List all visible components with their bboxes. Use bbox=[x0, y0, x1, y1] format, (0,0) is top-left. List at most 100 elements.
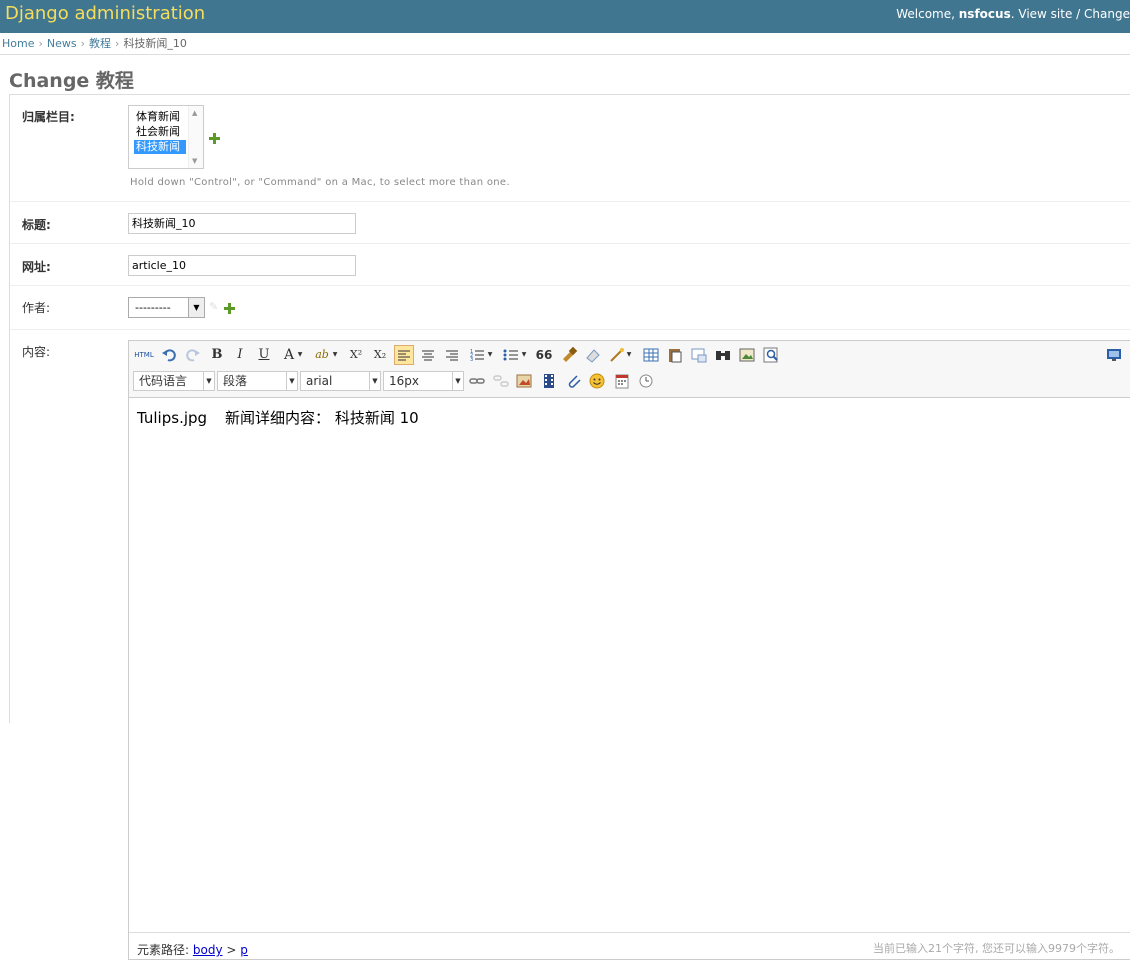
column-option[interactable]: 体育新闻 bbox=[134, 110, 186, 124]
align-left-icon[interactable] bbox=[394, 345, 414, 365]
site-name[interactable]: Django administration bbox=[5, 3, 205, 24]
chevron-down-icon[interactable]: ▼ bbox=[452, 372, 463, 390]
svg-text:3: 3 bbox=[470, 357, 473, 363]
breadcrumb-sep: › bbox=[115, 37, 120, 50]
chevron-down-icon[interactable]: ▼ bbox=[286, 372, 297, 390]
author-select-value: --------- bbox=[135, 301, 171, 314]
column-option-selected[interactable]: 科技新闻 bbox=[134, 140, 186, 154]
format-painter-icon[interactable] bbox=[559, 345, 579, 365]
blockquote-icon[interactable]: 66 bbox=[534, 345, 554, 365]
scroll-down-icon[interactable]: ▼ bbox=[192, 157, 197, 165]
word-image-icon[interactable] bbox=[689, 345, 709, 365]
unlink-icon[interactable] bbox=[491, 371, 511, 391]
form-row-content: 内容: HTML B I U A ▼ ab ▼ X² X₂ 1 2 3 ▼ ▼ … bbox=[10, 330, 1130, 960]
element-path-label: 元素路径: bbox=[137, 943, 190, 957]
author-select[interactable]: --------- ▼ bbox=[128, 297, 205, 318]
chevron-down-icon[interactable]: ▼ bbox=[203, 372, 214, 390]
user-tools-separator: / bbox=[1076, 7, 1081, 21]
chevron-down-icon[interactable]: ▼ bbox=[188, 298, 204, 317]
view-site-link[interactable]: View site bbox=[1018, 7, 1072, 21]
add-column-icon[interactable] bbox=[209, 133, 220, 144]
image-icon[interactable] bbox=[737, 345, 757, 365]
superscript-icon[interactable]: X² bbox=[346, 345, 366, 365]
breadcrumb-app[interactable]: News bbox=[47, 37, 77, 50]
column-multiselect[interactable]: 体育新闻 社会新闻 科技新闻 ▲ ▼ bbox=[128, 105, 204, 169]
paragraph-value: 段落 bbox=[223, 374, 248, 388]
font-size-select[interactable]: 16px ▼ bbox=[383, 371, 464, 391]
column-scrollbar[interactable]: ▲ ▼ bbox=[188, 106, 203, 168]
username: nsfocus bbox=[958, 7, 1011, 21]
search-icon[interactable] bbox=[713, 345, 733, 365]
path-separator: > bbox=[226, 943, 237, 957]
title-input[interactable]: 科技新闻_10 bbox=[128, 213, 356, 234]
welcome-suffix: . bbox=[1010, 7, 1015, 21]
italic-icon[interactable]: I bbox=[230, 345, 250, 365]
align-center-icon[interactable] bbox=[418, 345, 438, 365]
breadcrumb-model[interactable]: 教程 bbox=[89, 37, 111, 50]
font-size-value: 16px bbox=[389, 374, 419, 388]
redo-icon[interactable] bbox=[183, 345, 203, 365]
chevron-down-icon[interactable]: ▼ bbox=[331, 345, 339, 365]
unordered-list-icon[interactable] bbox=[501, 345, 521, 365]
chevron-down-icon[interactable]: ▼ bbox=[296, 345, 304, 365]
title-label: 标题: bbox=[22, 218, 51, 232]
highlight-icon[interactable]: ab bbox=[312, 345, 332, 365]
scroll-up-icon[interactable]: ▲ bbox=[192, 109, 197, 117]
breadcrumb-sep: › bbox=[80, 37, 86, 50]
form-row-url: 网址: article_10 bbox=[10, 244, 1130, 286]
align-right-icon[interactable] bbox=[442, 345, 462, 365]
page-title: Change 教程 bbox=[9, 70, 134, 92]
ordered-list-icon[interactable]: 123 bbox=[467, 345, 487, 365]
date-icon[interactable] bbox=[612, 371, 632, 391]
add-author-icon[interactable] bbox=[224, 303, 235, 314]
column-label: 归属栏目: bbox=[22, 110, 75, 124]
breadcrumb-sep: › bbox=[38, 37, 43, 50]
welcome-text: Welcome, bbox=[896, 7, 955, 21]
chevron-down-icon[interactable]: ▼ bbox=[486, 345, 494, 365]
font-family-select[interactable]: arial ▼ bbox=[300, 371, 381, 391]
editor-status-bar: 元素路径: body > p 当前已输入21个字符, 您还可以输入9979个字符… bbox=[129, 932, 1130, 959]
video-icon[interactable] bbox=[539, 371, 559, 391]
edit-author-icon: ✎ bbox=[209, 300, 219, 313]
underline-icon[interactable]: U bbox=[254, 345, 274, 365]
fullscreen-icon[interactable] bbox=[1104, 345, 1124, 365]
editor-content[interactable]: Tulips.jpg 新闻详细内容： 科技新闻 10 bbox=[137, 407, 419, 428]
auto-format-icon[interactable] bbox=[607, 345, 627, 365]
form-row-title: 标题: 科技新闻_10 bbox=[10, 202, 1130, 244]
font-family-value: arial bbox=[306, 374, 333, 388]
url-input[interactable]: article_10 bbox=[128, 255, 356, 276]
link-icon[interactable] bbox=[467, 371, 487, 391]
table-icon[interactable] bbox=[641, 345, 661, 365]
subscript-icon[interactable]: X₂ bbox=[370, 345, 390, 365]
bold-icon[interactable]: B bbox=[207, 345, 227, 365]
column-help-text: Hold down "Control", or "Command" on a M… bbox=[130, 177, 510, 188]
emotion-icon[interactable] bbox=[587, 371, 607, 391]
paste-icon[interactable] bbox=[665, 345, 685, 365]
time-icon[interactable] bbox=[636, 371, 656, 391]
character-counter: 当前已输入21个字符, 您还可以输入9979个字符。 bbox=[873, 942, 1120, 955]
path-p-link[interactable]: p bbox=[240, 943, 248, 957]
rich-text-editor[interactable]: HTML B I U A ▼ ab ▼ X² X₂ 1 2 3 ▼ ▼ 66 ▼… bbox=[128, 340, 1130, 960]
paragraph-select[interactable]: 段落 ▼ bbox=[217, 371, 298, 391]
insert-image-icon[interactable] bbox=[514, 371, 534, 391]
breadcrumb-home[interactable]: Home bbox=[2, 37, 34, 50]
preview-icon[interactable] bbox=[761, 345, 781, 365]
content-label: 内容: bbox=[22, 345, 51, 359]
breadcrumb: Home › News › 教程 › 科技新闻_10 bbox=[0, 33, 1130, 55]
element-path: 元素路径: body > p bbox=[137, 941, 248, 958]
undo-icon[interactable] bbox=[159, 345, 179, 365]
attachment-icon[interactable] bbox=[564, 371, 584, 391]
change-password-link[interactable]: Change bbox=[1084, 7, 1130, 21]
code-language-select[interactable]: 代码语言 ▼ bbox=[133, 371, 215, 391]
chevron-down-icon[interactable]: ▼ bbox=[520, 345, 528, 365]
eraser-icon[interactable] bbox=[583, 345, 603, 365]
header-bar: Django administration Welcome, nsfocus. … bbox=[0, 0, 1130, 33]
content-text: 新闻详细内容： 科技新闻 10 bbox=[225, 409, 419, 427]
chevron-down-icon[interactable]: ▼ bbox=[625, 345, 633, 365]
author-label: 作者: bbox=[22, 301, 51, 315]
chevron-down-icon[interactable]: ▼ bbox=[369, 372, 380, 390]
path-body-link[interactable]: body bbox=[193, 943, 223, 957]
html-icon[interactable]: HTML bbox=[134, 345, 154, 365]
column-option[interactable]: 社会新闻 bbox=[134, 125, 186, 139]
form-row-column: 归属栏目: 体育新闻 社会新闻 科技新闻 ▲ ▼ Hold down "Cont… bbox=[10, 95, 1130, 202]
